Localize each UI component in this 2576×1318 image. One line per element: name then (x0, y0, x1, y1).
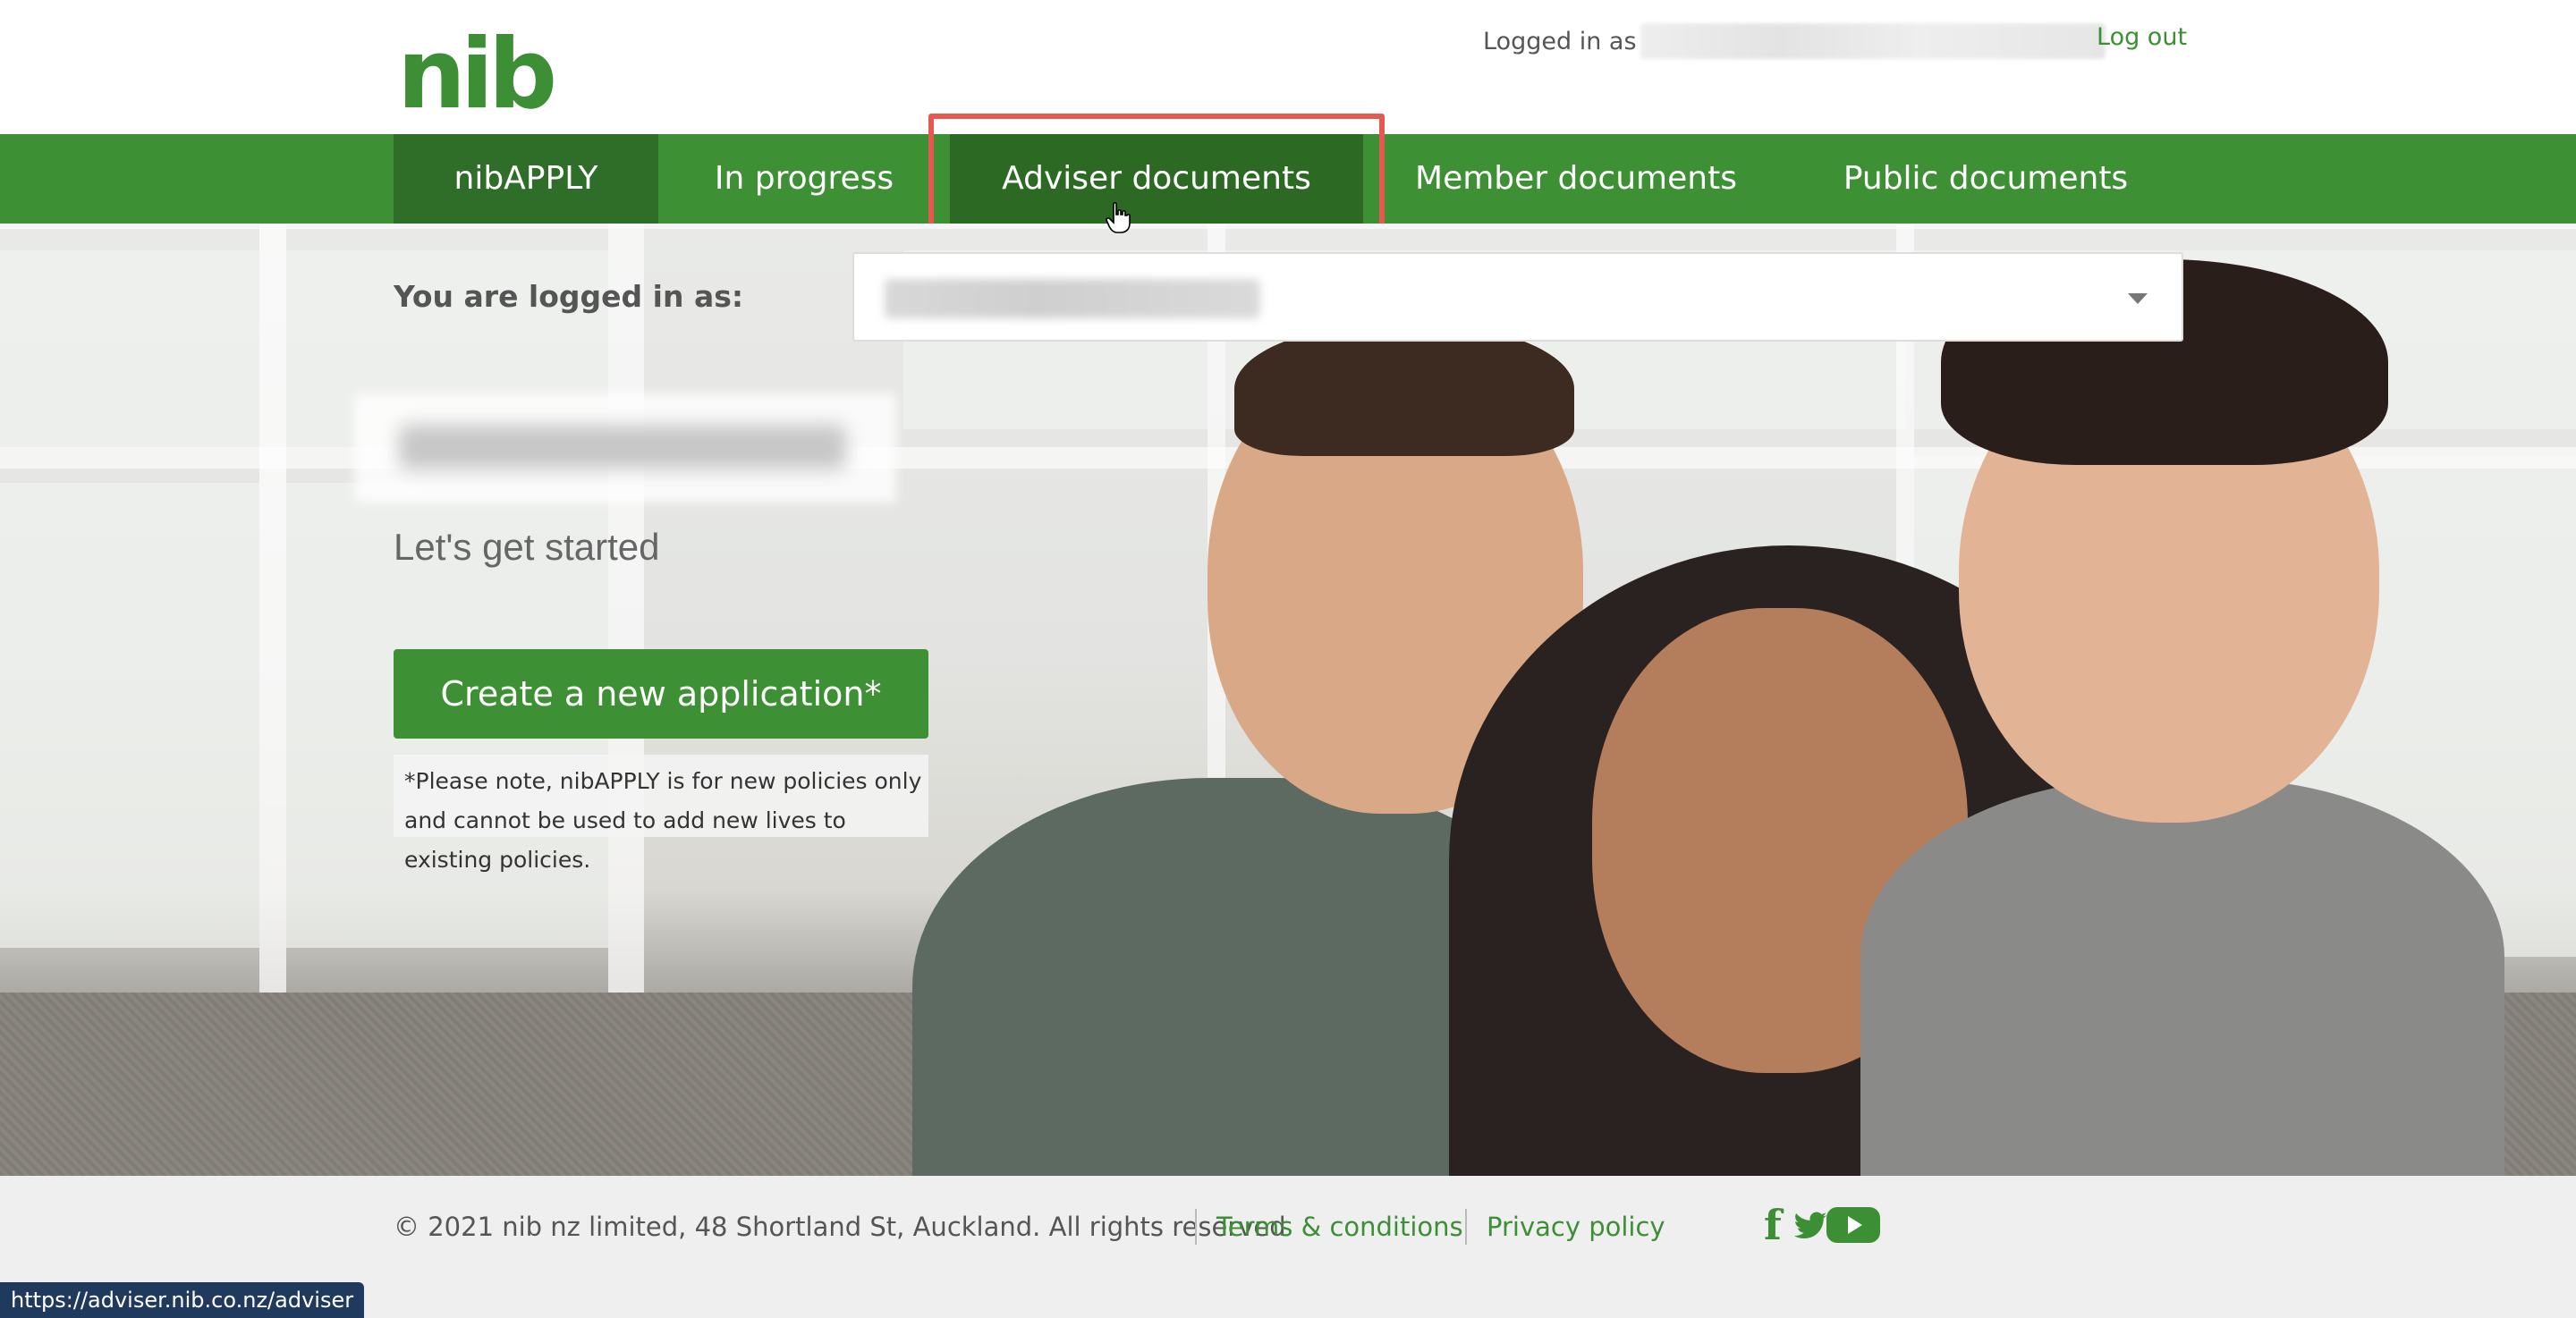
twitter-icon[interactable] (1792, 1204, 1828, 1246)
site-header: nib Logged in as Log out (0, 0, 2576, 134)
tab-member-documents[interactable]: Member documents (1363, 134, 1789, 224)
create-application-button[interactable]: Create a new application* (394, 649, 928, 739)
nib-logo[interactable]: nib (397, 27, 557, 123)
lets-get-started-heading: Let's get started (394, 526, 660, 568)
account-select[interactable] (852, 252, 2183, 342)
footer-divider (1465, 1209, 1467, 1245)
tab-in-progress[interactable]: In progress (658, 134, 950, 224)
greeting-redacted (399, 425, 846, 469)
copyright-text: © 2021 nib nz limited, 48 Shortland St, … (394, 1212, 1286, 1242)
logged-in-as-label: You are logged in as: (394, 279, 744, 314)
site-footer (0, 1176, 2576, 1318)
tab-nibapply[interactable]: nibAPPLY (394, 134, 658, 224)
logout-link[interactable]: Log out (2097, 23, 2187, 51)
terms-link[interactable]: Terms & conditions (1216, 1212, 1463, 1242)
privacy-link[interactable]: Privacy policy (1487, 1212, 1665, 1242)
main-nav: nibAPPLY In progress Adviser documents M… (0, 134, 2576, 224)
facebook-icon[interactable]: f (1764, 1204, 1782, 1246)
status-bar-url: https://adviser.nib.co.nz/adviser (0, 1282, 365, 1318)
new-policies-note: *Please note, nibAPPLY is for new polici… (404, 768, 922, 873)
login-status: Logged in as (1483, 23, 2106, 59)
chevron-down-icon (2128, 293, 2148, 304)
hero-image (0, 224, 2576, 1176)
logged-in-label: Logged in as (1483, 27, 1637, 55)
hand-cursor-icon (1106, 202, 1131, 233)
logged-in-user-redacted (1640, 23, 2106, 59)
tab-adviser-documents[interactable]: Adviser documents (950, 134, 1363, 224)
youtube-icon[interactable] (1826, 1204, 1880, 1246)
tab-public-documents[interactable]: Public documents (1789, 134, 2182, 224)
footer-divider (1195, 1209, 1197, 1245)
selected-account-redacted (885, 279, 1260, 318)
